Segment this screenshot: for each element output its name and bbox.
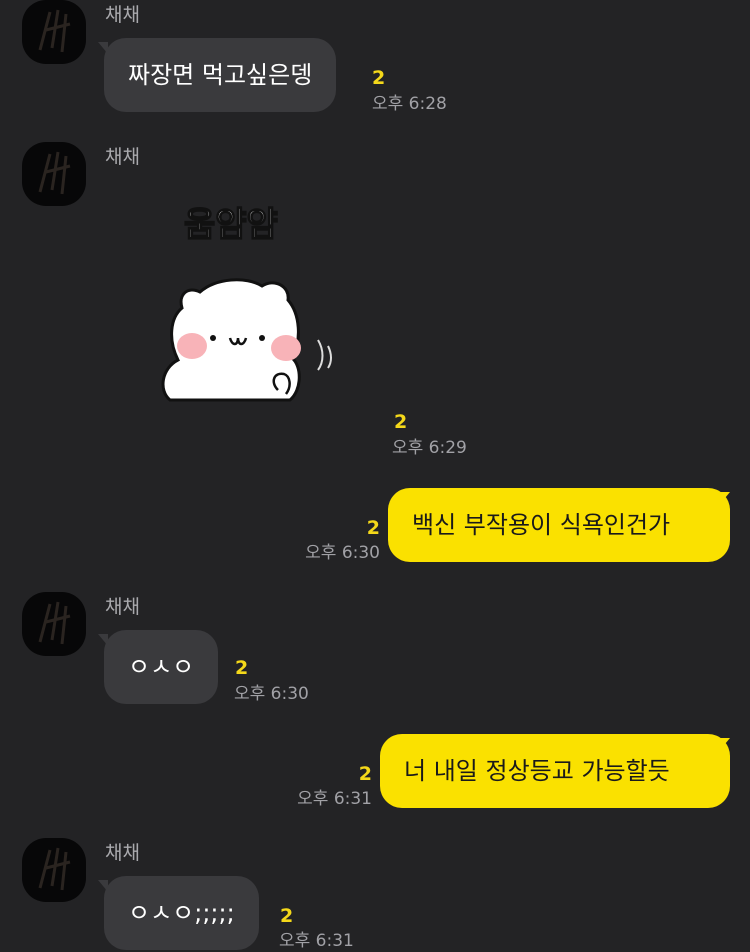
message-bubble-incoming[interactable]: 짜장면 먹고싶은뎅 [104, 38, 337, 112]
message-bubble-incoming[interactable]: ㅇㅅㅇ;;;;; [104, 876, 259, 950]
unread-count: 2 [372, 67, 386, 89]
message-time: 오후 6:31 [297, 789, 372, 809]
message-bubble-outgoing[interactable]: 너 내일 정상등교 가능할듯 [380, 734, 730, 808]
message-time: 오후 6:28 [372, 94, 447, 114]
message-text: 백신 부작용이 식욕인건가 [412, 511, 671, 539]
message-text: 짜장면 먹고싶은뎅 [128, 61, 313, 89]
message-time: 오후 6:29 [392, 438, 467, 458]
message-text: ㅇㅅㅇ [128, 653, 195, 681]
unread-count: 2 [366, 517, 380, 539]
unread-count: 2 [358, 763, 372, 785]
avatar[interactable] [22, 592, 86, 656]
message-time: 오후 6:31 [279, 931, 354, 951]
message-bubble-incoming[interactable]: ㅇㅅㅇ [104, 630, 219, 704]
sender-name: 채채 [105, 842, 140, 864]
sender-name: 채채 [105, 146, 140, 168]
message-text: ㅇㅅㅇ;;;;; [128, 899, 235, 927]
avatar[interactable] [22, 142, 86, 206]
message-time: 오후 6:30 [305, 543, 380, 563]
message-time: 오후 6:30 [234, 684, 309, 704]
unread-count: 2 [394, 411, 408, 433]
message-text: 너 내일 정상등교 가능할듯 [404, 757, 670, 785]
sender-name: 채채 [105, 4, 140, 26]
sender-name: 채채 [105, 596, 140, 618]
svg-text:움얌얌: 움얌얌 [184, 205, 278, 245]
message-bubble-outgoing[interactable]: 백신 부작용이 식욕인건가 [388, 488, 730, 562]
avatar[interactable] [22, 838, 86, 902]
avatar[interactable] [22, 0, 86, 64]
white-bear-eating-emoticon[interactable]: 움얌얌 [150, 190, 350, 420]
unread-count: 2 [235, 657, 249, 679]
unread-count: 2 [280, 905, 294, 927]
